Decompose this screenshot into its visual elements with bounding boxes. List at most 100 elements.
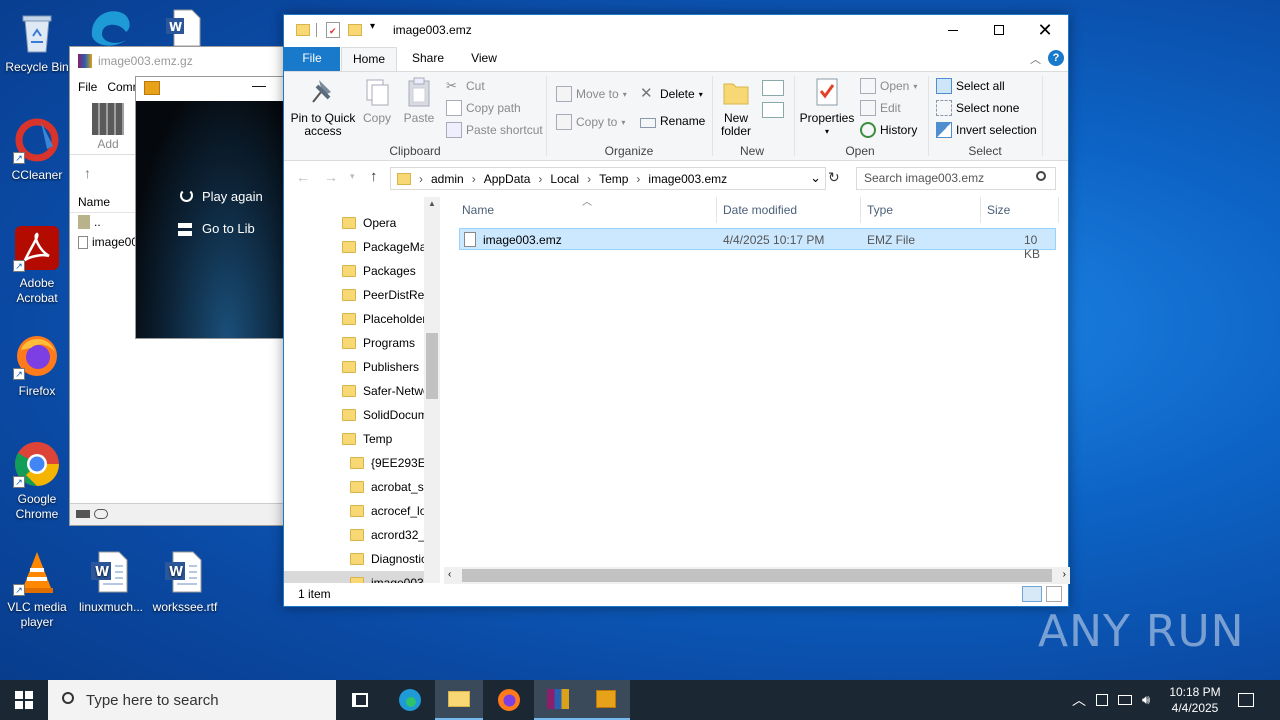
column-header-name[interactable]: Name xyxy=(462,203,494,217)
tab-file[interactable]: File xyxy=(284,47,340,71)
desktop-icon-linuxmuch[interactable]: W linuxmuch... xyxy=(74,548,148,615)
edit-button[interactable]: Edit xyxy=(860,100,901,116)
file-row[interactable]: image003.emz 4/4/2025 10:17 PM EMZ File … xyxy=(459,228,1056,261)
scroll-thumb[interactable] xyxy=(426,333,438,399)
rename-button[interactable]: Rename xyxy=(640,114,705,128)
delete-button[interactable]: ✕ Delete ▾ xyxy=(640,86,703,102)
nav-folder-item[interactable]: Programs xyxy=(342,331,415,355)
nav-folder-item[interactable]: acrobat_sb xyxy=(350,475,430,499)
help-icon[interactable]: ? xyxy=(1048,50,1064,66)
minimize-icon[interactable]: — xyxy=(252,77,266,93)
nav-folder-item[interactable]: Publishers xyxy=(342,355,419,379)
list-item[interactable]: .. xyxy=(78,215,101,229)
copy-to-button[interactable]: Copy to ▾ xyxy=(556,114,625,130)
collapse-ribbon-icon[interactable]: ︿ xyxy=(1030,51,1041,67)
details-view-icon[interactable] xyxy=(1022,586,1042,602)
taskbar-winrar[interactable] xyxy=(534,680,582,720)
desktop-icon-recycle-bin[interactable]: Recycle Bin xyxy=(0,8,74,75)
paste-shortcut-button[interactable]: Paste shortcut xyxy=(446,122,543,138)
refresh-icon[interactable]: ↻ xyxy=(828,169,840,186)
column-header-type[interactable]: Type xyxy=(867,203,893,217)
player-titlebar[interactable]: — xyxy=(136,77,288,101)
desktop-icon-ccleaner[interactable]: ↗ CCleaner xyxy=(0,116,74,183)
desktop-icon-vlc[interactable]: ↗ VLC media player xyxy=(0,548,74,630)
file-explorer-window[interactable]: ✔ ▾ image003.emz ✕ File Home Share View … xyxy=(283,14,1070,607)
history-button[interactable]: History xyxy=(860,122,917,138)
column-header-date[interactable]: Date modified xyxy=(723,203,797,217)
scroll-thumb[interactable] xyxy=(462,569,1052,582)
start-button[interactable] xyxy=(0,680,48,720)
nav-folder-item[interactable]: Opera xyxy=(342,211,396,235)
taskbar-firefox[interactable] xyxy=(485,680,533,720)
tab-view[interactable]: View xyxy=(456,47,512,71)
desktop-icon-workssee[interactable]: W workssee.rtf xyxy=(148,548,222,615)
volume-icon[interactable]: 🔊︎ xyxy=(1142,680,1150,720)
properties-qat-icon[interactable]: ✔ xyxy=(326,22,340,38)
address-bar[interactable]: › admin › AppData › Local › Temp › image… xyxy=(390,167,826,190)
play-again-button[interactable]: Play again xyxy=(180,189,263,204)
select-all-button[interactable]: Select all xyxy=(936,78,1005,94)
cut-button[interactable]: ✂ Cut xyxy=(446,78,485,94)
tab-home[interactable]: Home xyxy=(341,47,397,71)
move-to-button[interactable]: Move to ▾ xyxy=(556,86,627,102)
show-hidden-icons-icon[interactable]: ︿ xyxy=(1072,680,1086,720)
nav-folder-item[interactable]: acrord32_s xyxy=(350,523,431,547)
close-button[interactable]: ✕ xyxy=(1022,15,1068,45)
nav-folder-item[interactable]: Diagnostic xyxy=(350,547,427,571)
up-arrow-icon[interactable]: ↑ xyxy=(84,165,91,181)
taskbar-file-explorer[interactable] xyxy=(435,680,483,720)
scroll-right-icon[interactable]: › xyxy=(1063,569,1066,580)
desktop-icon-adobe-acrobat[interactable]: ↗ Adobe Acrobat xyxy=(0,224,74,306)
new-item-button[interactable] xyxy=(762,80,784,96)
nav-folder-item[interactable]: Placeholder xyxy=(342,307,426,331)
back-arrow-icon[interactable]: ← xyxy=(296,169,310,185)
qat-dropdown-icon[interactable]: ▾ xyxy=(370,21,375,32)
properties-button[interactable]: Properties ▾ xyxy=(798,76,856,138)
forward-arrow-icon[interactable]: → xyxy=(324,169,338,185)
pin-quick-access-button[interactable]: Pin to Quick access xyxy=(290,76,356,138)
open-button[interactable]: Open ▾ xyxy=(860,78,917,94)
navigation-scrollbar[interactable]: ▲ xyxy=(424,197,440,583)
maximize-button[interactable] xyxy=(976,15,1022,45)
scroll-up-icon[interactable]: ▲ xyxy=(428,199,436,208)
taskbar-media-player[interactable] xyxy=(582,680,630,720)
word-desktop-icon[interactable]: W xyxy=(164,8,204,47)
breadcrumb-appdata[interactable]: AppData xyxy=(484,172,531,186)
address-dropdown-icon[interactable]: ⌄ xyxy=(810,170,821,186)
network-icon[interactable] xyxy=(1096,680,1108,720)
taskbar-edge[interactable] xyxy=(386,680,434,720)
nav-folder-item[interactable]: PackageMa xyxy=(342,235,426,259)
breadcrumb-temp[interactable]: Temp xyxy=(599,172,628,186)
nav-folder-item[interactable]: Safer-Netwo xyxy=(342,379,430,403)
list-item[interactable]: image00 xyxy=(78,235,138,249)
nav-folder-item[interactable]: Temp xyxy=(342,427,392,451)
winrar-add-button[interactable]: Add xyxy=(86,103,130,151)
desktop-icon-google-chrome[interactable]: ↗ Google Chrome xyxy=(0,440,74,522)
desktop-icon-firefox[interactable]: ↗ Firefox xyxy=(0,332,74,399)
recent-locations-icon[interactable]: ▾ xyxy=(350,171,355,182)
copy-path-button[interactable]: Copy path xyxy=(446,100,521,116)
column-header-size[interactable]: Size xyxy=(987,203,1010,217)
breadcrumb-admin[interactable]: admin xyxy=(431,172,464,186)
taskbar-search-box[interactable]: Type here to search xyxy=(48,680,336,720)
paste-button[interactable]: Paste xyxy=(400,76,438,125)
nav-folder-item[interactable]: SolidDocum xyxy=(342,403,428,427)
new-folder-qat-icon[interactable] xyxy=(348,24,362,36)
select-none-button[interactable]: Select none xyxy=(936,100,1019,116)
search-input[interactable]: Search image003.emz xyxy=(856,167,1056,190)
new-folder-button[interactable]: New folder xyxy=(716,76,756,138)
copy-button[interactable]: Copy xyxy=(358,76,396,125)
nav-folder-item[interactable]: acrocef_lo xyxy=(350,499,426,523)
explorer-titlebar[interactable]: ✔ ▾ image003.emz ✕ xyxy=(284,15,1068,47)
nav-folder-item[interactable]: Packages xyxy=(342,259,416,283)
edge-desktop-icon[interactable] xyxy=(86,6,134,46)
tab-share[interactable]: Share xyxy=(402,47,454,71)
winrar-titlebar[interactable]: image003.emz.gz xyxy=(70,47,288,75)
invert-selection-button[interactable]: Invert selection xyxy=(936,122,1037,138)
minimize-button[interactable] xyxy=(930,15,976,45)
task-view-button[interactable] xyxy=(336,680,384,720)
taskbar-clock[interactable]: 10:18 PM 4/4/2025 xyxy=(1160,684,1230,716)
media-player-window[interactable]: — Play again Go to Lib xyxy=(135,76,289,339)
up-arrow-icon[interactable]: ↑ xyxy=(370,168,378,185)
monitor-icon[interactable] xyxy=(1118,680,1132,720)
